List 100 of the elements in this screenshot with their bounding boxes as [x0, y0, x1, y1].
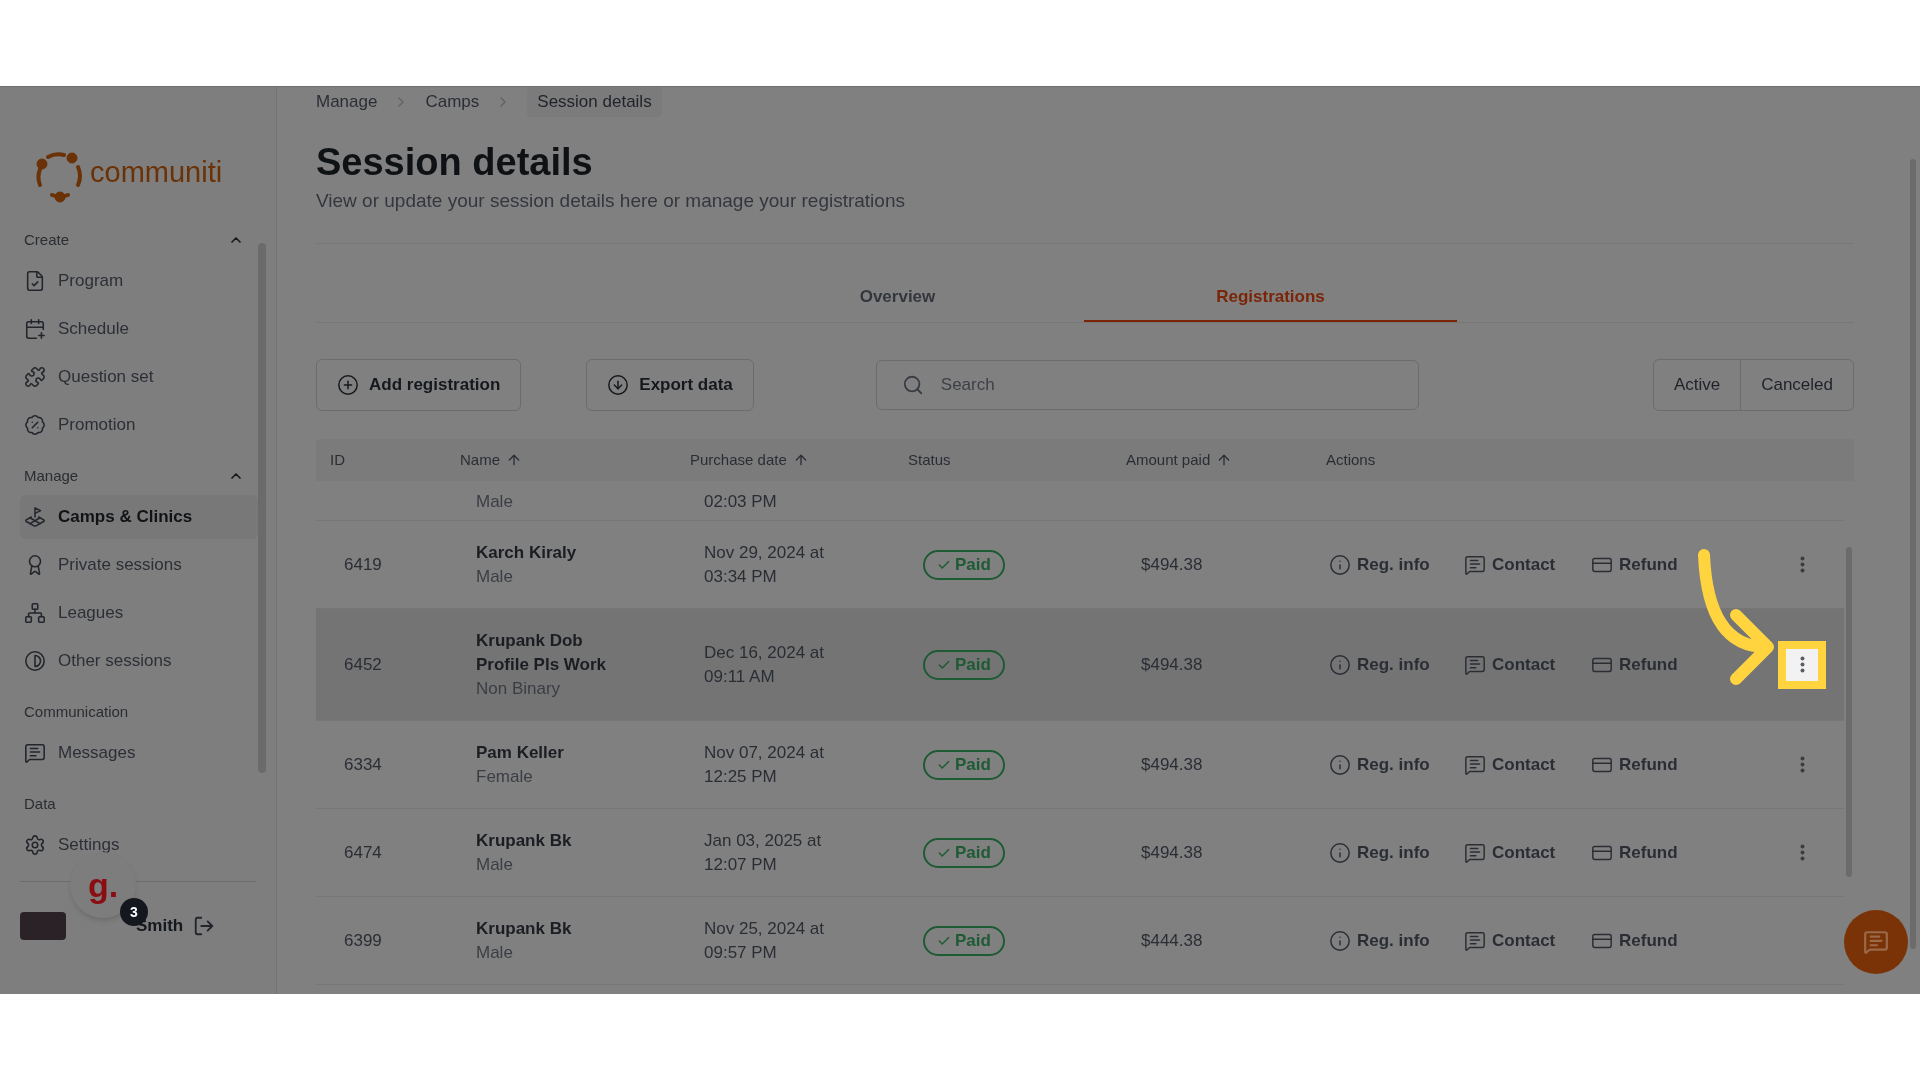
- row-action-link[interactable]: Reg. info: [1329, 839, 1464, 866]
- gender-text: Female: [476, 765, 534, 788]
- column-header[interactable]: Amount paid: [1126, 448, 1211, 472]
- participant-name: Karch Kiraly: [476, 541, 578, 564]
- sidebar-item[interactable]: Schedule: [20, 307, 258, 351]
- status-badge: Paid: [923, 925, 1005, 956]
- table-row[interactable]: 6452 Krupank Dob Profile Pls Work Non Binary Dec 16, 2024 at 09:11 AM Paid $494.38 Reg. info Contact Refund: [316, 609, 1844, 721]
- action-icon: [1464, 753, 1486, 776]
- sort-arrow-icon[interactable]: [506, 452, 522, 468]
- row-action-link[interactable]: Reg. info: [1329, 551, 1464, 578]
- menu-icon: [24, 650, 46, 672]
- row-action-link[interactable]: Refund: [1591, 839, 1718, 866]
- action-icon: [1464, 841, 1486, 864]
- row-action-link[interactable]: Refund: [1591, 927, 1718, 954]
- menu-icon: [24, 602, 46, 624]
- breadcrumb-link[interactable]: Session details: [527, 87, 662, 117]
- column-header[interactable]: Name: [460, 448, 500, 472]
- add-registration-button[interactable]: Add registration: [316, 359, 522, 411]
- action-icon: [1329, 929, 1351, 952]
- purchase-date: Dec 16, 2024 at: [704, 641, 826, 664]
- avatar-photo-placeholder: [20, 912, 66, 940]
- gender-text: Male: [476, 491, 513, 511]
- section-heading: Data: [23, 793, 56, 814]
- menu-icon: [24, 414, 46, 436]
- vertical-dots-icon: [1799, 844, 1805, 861]
- filter-button[interactable]: Active: [1653, 360, 1741, 410]
- sidebar-item[interactable]: Camps & Clinics: [20, 495, 258, 539]
- amount-cell: $494.38: [1141, 554, 1203, 574]
- action-icon: [1329, 553, 1351, 576]
- purchase-time: 03:34 PM: [704, 565, 778, 588]
- sidebar-item[interactable]: Other sessions: [20, 639, 258, 683]
- sidebar-item[interactable]: Question set: [20, 355, 258, 399]
- tab[interactable]: Overview: [711, 274, 1084, 322]
- sidebar-item[interactable]: Private sessions: [20, 543, 258, 587]
- purchase-date: Nov 29, 2024 at: [704, 541, 826, 564]
- section-heading: Manage: [23, 465, 79, 486]
- participant-name: Pam Keller: [476, 741, 565, 764]
- vertical-dots-icon: [1799, 656, 1805, 673]
- purchase-date: Jan 03, 2025 at: [704, 829, 823, 852]
- menu-icon: [24, 742, 46, 764]
- gender-text: Non Binary: [476, 677, 562, 700]
- row-action-link[interactable]: Reg. info: [1329, 927, 1464, 954]
- column-header: Actions: [1326, 449, 1376, 470]
- gender-text: Male: [476, 565, 514, 588]
- breadcrumb-link[interactable]: Camps: [425, 89, 480, 115]
- table-row[interactable]: 6334 Pam Keller Female Nov 07, 2024 at 12:25 PM Paid $494.38 Reg. info Contact Refund: [316, 721, 1844, 809]
- column-header: ID: [330, 449, 345, 470]
- purchase-time: 02:03 PM: [704, 491, 777, 511]
- section-heading: Create: [23, 229, 70, 250]
- export-data-button[interactable]: Export data: [586, 359, 754, 411]
- menu-icon: [24, 834, 46, 856]
- row-action-link[interactable]: Refund: [1591, 651, 1718, 678]
- status-badge: Paid: [923, 649, 1005, 680]
- row-action-link[interactable]: Contact: [1464, 839, 1591, 866]
- purchase-time: 12:07 PM: [704, 853, 778, 876]
- participant-name: Krupank Bk: [476, 917, 573, 940]
- row-action-link[interactable]: Contact: [1464, 751, 1591, 778]
- menu-icon: [24, 270, 46, 292]
- chat-icon: [1863, 929, 1889, 955]
- row-action-link[interactable]: Contact: [1464, 651, 1591, 678]
- search-field[interactable]: Search: [875, 360, 1419, 410]
- purchase-time: 12:25 PM: [704, 765, 778, 788]
- id-cell: 6474: [344, 842, 382, 862]
- row-action-link[interactable]: Contact: [1464, 551, 1591, 578]
- sidebar-item[interactable]: Leagues: [20, 591, 258, 635]
- action-icon: [1329, 841, 1351, 864]
- more-options-button[interactable]: [1778, 640, 1826, 689]
- purchase-time: 09:57 PM: [704, 941, 778, 964]
- row-action-link[interactable]: Refund: [1591, 751, 1718, 778]
- row-action-link[interactable]: Refund: [1591, 551, 1718, 578]
- sidebar-item[interactable]: Promotion: [20, 403, 258, 447]
- status-badge: Paid: [923, 549, 1005, 580]
- id-cell: 6334: [344, 754, 382, 774]
- breadcrumb-link[interactable]: Manage: [316, 89, 378, 115]
- participant-name: Krupank Dob Profile Pls Work: [476, 629, 608, 676]
- action-icon: [1464, 553, 1486, 576]
- tab[interactable]: Registrations: [1084, 274, 1457, 322]
- row-action-link[interactable]: Reg. info: [1329, 751, 1464, 778]
- action-icon: [1464, 653, 1486, 676]
- purchase-time: 09:11 AM: [704, 665, 776, 688]
- table-row[interactable]: 6399 Krupank Bk Male Nov 25, 2024 at 09:57 PM Paid $444.38 Reg. info Contact Refund: [316, 897, 1844, 985]
- row-action-link[interactable]: Reg. info: [1329, 651, 1464, 678]
- amount-cell: $494.38: [1141, 654, 1203, 674]
- purchase-date: Nov 25, 2024 at: [704, 917, 826, 940]
- purchase-date: Nov 07, 2024 at: [704, 741, 826, 764]
- sidebar-item[interactable]: Program: [20, 259, 258, 303]
- logout-icon[interactable]: [193, 915, 216, 937]
- amount-cell: $444.38: [1141, 930, 1203, 950]
- gender-text: Male: [476, 853, 514, 876]
- table-row[interactable]: 6474 Krupank Bk Male Jan 03, 2025 at 12:07 PM Paid $494.38 Reg. info Contact Refund: [316, 809, 1844, 897]
- sidebar-item[interactable]: Messages: [20, 731, 258, 775]
- filter-button[interactable]: Canceled: [1740, 360, 1853, 410]
- row-action-link[interactable]: Contact: [1464, 927, 1591, 954]
- id-cell: 6419: [344, 554, 382, 574]
- logo-text: communiti: [90, 157, 223, 190]
- column-header[interactable]: Purchase date: [690, 448, 787, 472]
- plus-circle-icon: [337, 374, 359, 396]
- download-circle-icon: [607, 374, 630, 396]
- status-badge: Paid: [923, 749, 1005, 780]
- action-icon: [1329, 653, 1351, 676]
